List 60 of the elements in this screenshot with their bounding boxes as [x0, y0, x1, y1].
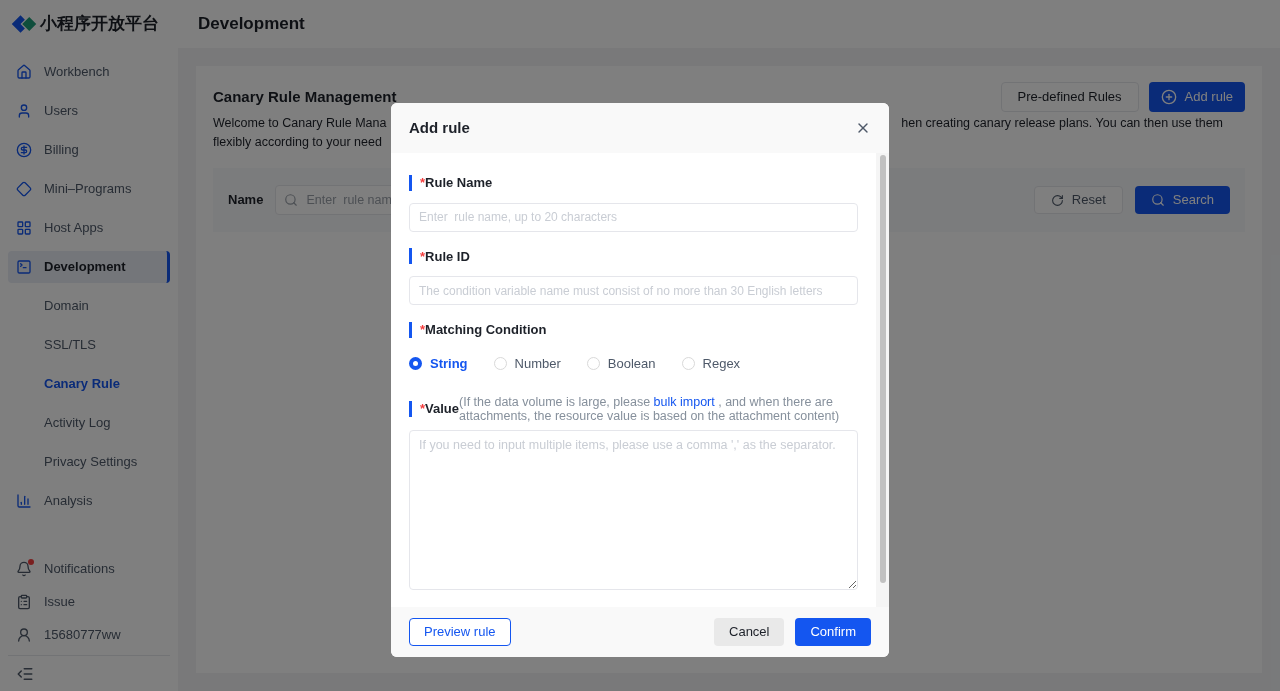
page-header-title: Development — [198, 13, 305, 36]
clipboard-icon — [16, 593, 32, 610]
refresh-icon — [1050, 193, 1064, 207]
terminal-icon — [16, 259, 32, 275]
value-hint: (If the data volume is large, please bulk import , and when there are attachments, the resource value is based on the attachment content) — [459, 395, 841, 423]
accent-bar — [409, 174, 412, 191]
description-text: hen creating canary release plans. You can then use them — [901, 115, 1223, 132]
radio-option[interactable]: Number — [493, 353, 561, 373]
bar-chart-icon — [16, 493, 32, 509]
search-icon — [284, 193, 299, 207]
sidebar-footer-item[interactable]: Notifications — [8, 552, 170, 585]
diamond-icon — [16, 181, 32, 197]
coin-icon — [16, 142, 32, 158]
search-button[interactable]: Search — [1134, 186, 1230, 214]
bell-icon — [16, 560, 32, 577]
section-title: Canary Rule Management — [213, 86, 397, 107]
filter-label: Name — [228, 191, 264, 210]
sidebar-item[interactable]: Mini–Programs — [8, 173, 170, 205]
sidebar-item[interactable]: Workbench — [8, 56, 170, 88]
field-label: *Value — [420, 401, 460, 417]
sidebar-subitem[interactable]: Activity Log — [8, 407, 170, 439]
dialog-title: Add rule — [409, 117, 470, 138]
sidebar-item[interactable]: Development — [8, 251, 170, 283]
sidebar-subitem[interactable]: Privacy Settings — [8, 446, 170, 478]
description-text: flexibly according to your need — [213, 134, 383, 151]
field-label: *Matching Condition — [420, 321, 547, 339]
accent-bar — [409, 321, 412, 338]
sidebar-item[interactable]: Analysis — [8, 485, 170, 517]
brand-name: 小程序开放平台 — [40, 13, 159, 36]
sidebar-subitem[interactable]: SSL/TLS — [8, 329, 170, 361]
predefined-rules-button[interactable]: Pre-defined Rules — [1000, 82, 1139, 112]
scrollbar-thumb[interactable] — [879, 155, 886, 583]
plus-icon — [1160, 89, 1177, 105]
preview-rule-button[interactable]: Preview rule — [409, 618, 511, 646]
sidebar-item[interactable]: Billing — [8, 134, 170, 166]
sidebar-item[interactable]: Host Apps — [8, 212, 170, 244]
reset-button[interactable]: Reset — [1033, 186, 1123, 214]
grid-icon — [16, 220, 32, 236]
confirm-button[interactable]: Confirm — [795, 618, 871, 646]
sidebar-subitem[interactable]: Domain — [8, 290, 170, 322]
sidebar-footer-item[interactable]: 15680777ww — [8, 618, 170, 651]
sidebar-item[interactable]: Users — [8, 95, 170, 127]
radio-option[interactable]: String — [409, 353, 468, 373]
add-rule-button[interactable]: Add rule — [1148, 82, 1245, 112]
user-icon — [16, 103, 32, 119]
sidebar-footer-item[interactable]: Issue — [8, 585, 170, 618]
description-text: Welcome to Canary Rule Mana — [213, 115, 387, 132]
home-icon — [16, 64, 32, 80]
radio-option[interactable]: Boolean — [586, 353, 656, 373]
logo-icon — [10, 13, 38, 35]
field-label: *Rule ID — [420, 247, 470, 266]
cancel-button[interactable]: Cancel — [714, 618, 785, 646]
person-icon — [16, 626, 32, 643]
accent-bar — [409, 248, 412, 265]
search-icon — [1150, 193, 1165, 207]
accent-bar — [409, 401, 412, 417]
sidebar-subitem[interactable]: Canary Rule — [8, 368, 170, 400]
field-label: *Rule Name — [420, 174, 493, 192]
radio-option[interactable]: Regex — [681, 353, 741, 373]
bulk-import-link[interactable]: bulk import — [653, 395, 715, 409]
